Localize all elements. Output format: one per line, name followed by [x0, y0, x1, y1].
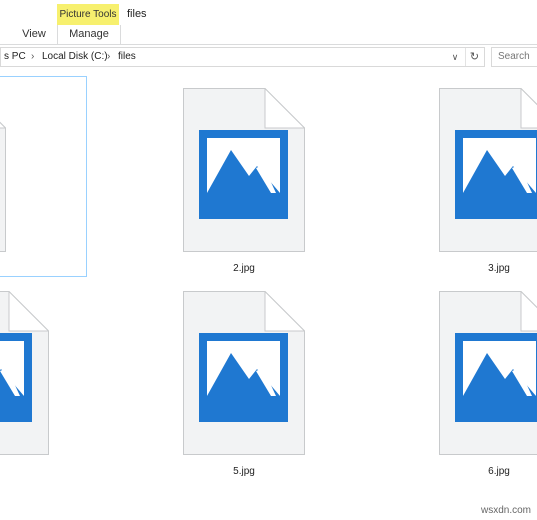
file-name[interactable]: 3.jpg	[449, 263, 537, 274]
file-list: 2.jpg 3.jpg 5.jpg 6.jpg	[0, 70, 537, 520]
search-placeholder: Search	[498, 51, 530, 62]
watermark: wsxdn.com	[480, 505, 531, 516]
file-name[interactable]: 2.jpg	[194, 263, 294, 274]
breadcrumb-this-pc[interactable]: s PC	[4, 48, 26, 66]
image-file-icon[interactable]	[439, 88, 537, 252]
tab-view[interactable]: View	[12, 25, 56, 43]
tab-manage[interactable]: Manage	[57, 25, 121, 44]
search-input[interactable]: Search	[491, 47, 537, 67]
breadcrumb-files[interactable]: files	[118, 48, 136, 66]
file-item-selected[interactable]	[0, 76, 87, 277]
file-name[interactable]: 6.jpg	[449, 466, 537, 477]
image-file-icon[interactable]	[439, 291, 537, 455]
image-file-icon[interactable]	[183, 291, 305, 455]
image-file-icon[interactable]	[183, 88, 305, 252]
ribbon: View Picture Tools Manage files	[0, 0, 537, 44]
address-bar[interactable]: s PC › Local Disk (C:) › files ∨ ↻	[0, 47, 485, 67]
breadcrumb-chevron-icon[interactable]: ›	[31, 48, 34, 66]
breadcrumb-chevron-icon[interactable]: ›	[107, 48, 110, 66]
file-name[interactable]: 5.jpg	[194, 466, 294, 477]
image-file-icon[interactable]	[0, 88, 6, 252]
image-file-icon[interactable]	[0, 291, 49, 455]
picture-tools-group-header: Picture Tools	[57, 4, 119, 26]
window-title: files	[127, 8, 147, 20]
refresh-icon[interactable]: ↻	[465, 48, 483, 66]
picture-tools-label: Picture Tools	[59, 9, 117, 20]
chevron-down-icon[interactable]: ∨	[448, 48, 462, 66]
breadcrumb-local-disk[interactable]: Local Disk (C:)	[42, 48, 108, 66]
ribbon-divider	[0, 44, 537, 45]
